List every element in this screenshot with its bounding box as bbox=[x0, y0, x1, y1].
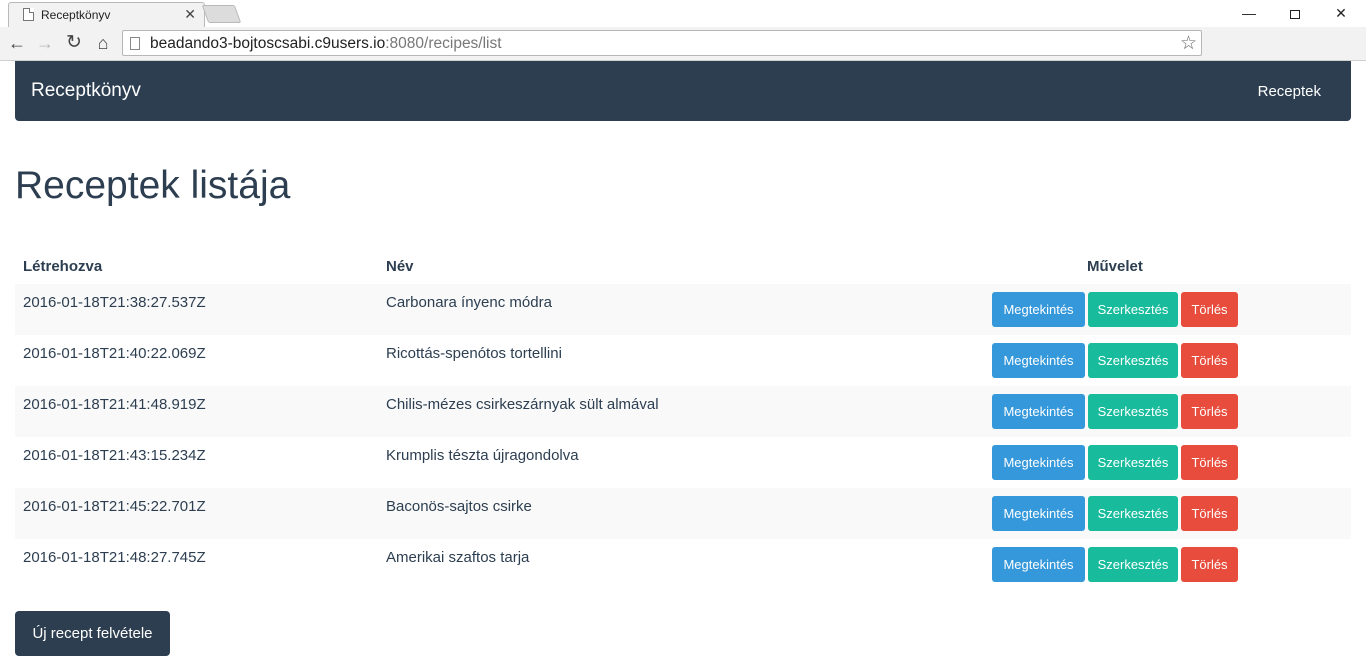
edit-button[interactable]: Szerkesztés bbox=[1088, 445, 1178, 480]
navbar-brand[interactable]: Receptkönyv bbox=[31, 80, 141, 102]
created-cell: 2016-01-18T21:43:15.234Z bbox=[23, 447, 206, 464]
new-recipe-button[interactable]: Új recept felvétele bbox=[15, 611, 170, 656]
created-cell: 2016-01-18T21:45:22.701Z bbox=[23, 498, 206, 515]
name-cell: Carbonara ínyenc módra bbox=[386, 294, 552, 311]
created-cell: 2016-01-18T21:40:22.069Z bbox=[23, 345, 206, 362]
browser-chrome: Receptkönyv ✕ — ✕ ← → ↻ ⌂ beadando3-bojt… bbox=[0, 0, 1366, 61]
bookmark-star-icon[interactable]: ☆ bbox=[1180, 32, 1197, 55]
url-text: beadando3-bojtoscsabi.c9users.io:8080/re… bbox=[150, 35, 502, 52]
view-button[interactable]: Megtekintés bbox=[992, 496, 1085, 531]
page-title: Receptek listája bbox=[15, 164, 291, 207]
browser-toolbar: ← → ↻ ⌂ beadando3-bojtoscsabi.c9users.io… bbox=[0, 27, 1366, 61]
name-cell: Chilis-mézes csirkeszárnyak sült almával bbox=[386, 396, 659, 413]
edit-button[interactable]: Szerkesztés bbox=[1088, 496, 1178, 531]
header-name: Név bbox=[386, 258, 414, 275]
edit-button[interactable]: Szerkesztés bbox=[1088, 547, 1178, 582]
name-cell: Amerikai szaftos tarja bbox=[386, 549, 530, 566]
name-cell: Ricottás-spenótos tortellini bbox=[386, 345, 562, 362]
new-tab-button[interactable] bbox=[201, 5, 242, 23]
minimize-icon[interactable]: — bbox=[1226, 2, 1272, 24]
created-cell: 2016-01-18T21:38:27.537Z bbox=[23, 294, 206, 311]
forward-icon[interactable]: → bbox=[34, 32, 56, 54]
maximize-icon[interactable] bbox=[1272, 2, 1318, 24]
nav-link-recipes[interactable]: Receptek bbox=[1258, 83, 1321, 100]
table-row: 2016-01-18T21:41:48.919Z Chilis-mézes cs… bbox=[15, 386, 1351, 437]
view-button[interactable]: Megtekintés bbox=[992, 445, 1085, 480]
tab-title: Receptkönyv bbox=[41, 8, 111, 22]
address-bar[interactable]: beadando3-bojtoscsabi.c9users.io:8080/re… bbox=[122, 30, 1202, 56]
page-icon bbox=[130, 37, 140, 50]
close-window-icon[interactable]: ✕ bbox=[1318, 2, 1364, 24]
home-icon[interactable]: ⌂ bbox=[92, 32, 114, 54]
view-button[interactable]: Megtekintés bbox=[992, 292, 1085, 327]
page-icon bbox=[23, 8, 34, 21]
delete-button[interactable]: Törlés bbox=[1181, 445, 1238, 480]
view-button[interactable]: Megtekintés bbox=[992, 394, 1085, 429]
name-cell: Baconös-sajtos csirke bbox=[386, 498, 532, 515]
header-action: Művelet bbox=[1087, 258, 1143, 275]
table-row: 2016-01-18T21:48:27.745Z Amerikai szafto… bbox=[15, 539, 1351, 590]
table-row: 2016-01-18T21:43:15.234Z Krumplis tészta… bbox=[15, 437, 1351, 488]
edit-button[interactable]: Szerkesztés bbox=[1088, 394, 1178, 429]
browser-tab[interactable]: Receptkönyv ✕ bbox=[8, 2, 205, 27]
delete-button[interactable]: Törlés bbox=[1181, 394, 1238, 429]
delete-button[interactable]: Törlés bbox=[1181, 496, 1238, 531]
delete-button[interactable]: Törlés bbox=[1181, 292, 1238, 327]
delete-button[interactable]: Törlés bbox=[1181, 343, 1238, 378]
reload-icon[interactable]: ↻ bbox=[63, 32, 85, 54]
delete-button[interactable]: Törlés bbox=[1181, 547, 1238, 582]
table-row: 2016-01-18T21:40:22.069Z Ricottás-spenót… bbox=[15, 335, 1351, 386]
tab-strip: Receptkönyv ✕ — ✕ bbox=[0, 0, 1366, 27]
back-icon[interactable]: ← bbox=[6, 32, 28, 54]
table-row: 2016-01-18T21:45:22.701Z Baconös-sajtos … bbox=[15, 488, 1351, 539]
created-cell: 2016-01-18T21:41:48.919Z bbox=[23, 396, 206, 413]
header-created: Létrehozva bbox=[23, 258, 103, 275]
table-row: 2016-01-18T21:38:27.537Z Carbonara ínyen… bbox=[15, 284, 1351, 335]
view-button[interactable]: Megtekintés bbox=[992, 343, 1085, 378]
edit-button[interactable]: Szerkesztés bbox=[1088, 343, 1178, 378]
created-cell: 2016-01-18T21:48:27.745Z bbox=[23, 549, 206, 566]
close-tab-icon[interactable]: ✕ bbox=[184, 6, 196, 23]
edit-button[interactable]: Szerkesztés bbox=[1088, 292, 1178, 327]
name-cell: Krumplis tészta újragondolva bbox=[386, 447, 579, 464]
view-button[interactable]: Megtekintés bbox=[992, 547, 1085, 582]
navbar: Receptkönyv Receptek bbox=[15, 61, 1351, 121]
